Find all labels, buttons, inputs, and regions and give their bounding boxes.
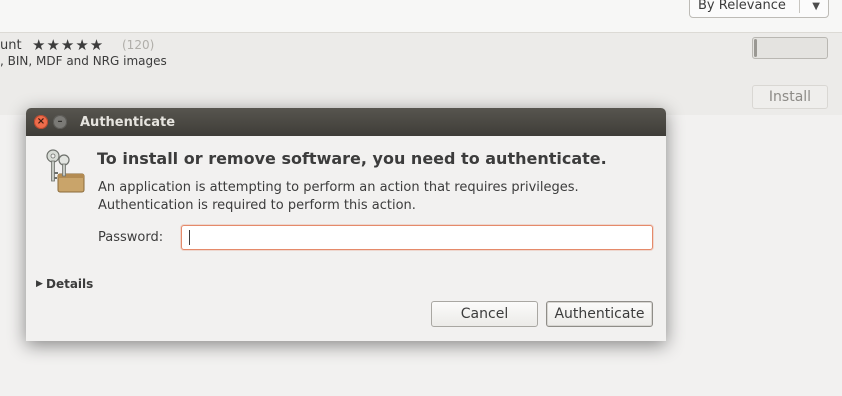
sort-dropdown[interactable]: By Relevance ▼ xyxy=(689,0,829,18)
minimize-icon[interactable]: – xyxy=(53,115,67,129)
toolbar: By Relevance ▼ xyxy=(0,0,842,33)
install-button[interactable]: Install xyxy=(752,85,828,109)
password-label: Password: xyxy=(98,230,164,245)
dialog-titlebar[interactable]: × – Authenticate xyxy=(26,108,666,136)
dialog-message: An application is attempting to perform … xyxy=(98,179,579,215)
rating-stars: ★★★★★ xyxy=(32,36,105,54)
close-icon[interactable]: × xyxy=(34,115,48,129)
install-progress-bar xyxy=(752,37,828,59)
password-field[interactable] xyxy=(181,225,653,250)
rating-count: (120) xyxy=(122,38,155,52)
app-list-item[interactable]: unt ★★★★★ (120) , BIN, MDF and NRG image… xyxy=(0,33,842,115)
app-description: , BIN, MDF and NRG images xyxy=(0,54,167,68)
authenticate-button[interactable]: Authenticate xyxy=(546,301,653,327)
message-line-1: An application is attempting to perform … xyxy=(98,180,579,195)
details-expander[interactable]: Details xyxy=(46,277,93,291)
message-line-2: Authentication is required to perform th… xyxy=(98,198,416,213)
dialog-headline: To install or remove software, you need … xyxy=(97,149,607,168)
chevron-down-icon: ▼ xyxy=(812,1,820,12)
keys-icon xyxy=(46,149,85,193)
authenticate-dialog: × – Authenticate To install or remove so… xyxy=(26,108,666,341)
expander-arrow-icon[interactable]: ▶ xyxy=(36,279,43,289)
dropdown-separator xyxy=(799,0,800,13)
app-name: unt xyxy=(0,38,22,53)
dialog-title: Authenticate xyxy=(80,115,176,130)
text-caret xyxy=(189,230,190,245)
sort-dropdown-value: By Relevance xyxy=(698,0,786,13)
progress-fill xyxy=(754,39,757,57)
cancel-button[interactable]: Cancel xyxy=(431,301,538,327)
